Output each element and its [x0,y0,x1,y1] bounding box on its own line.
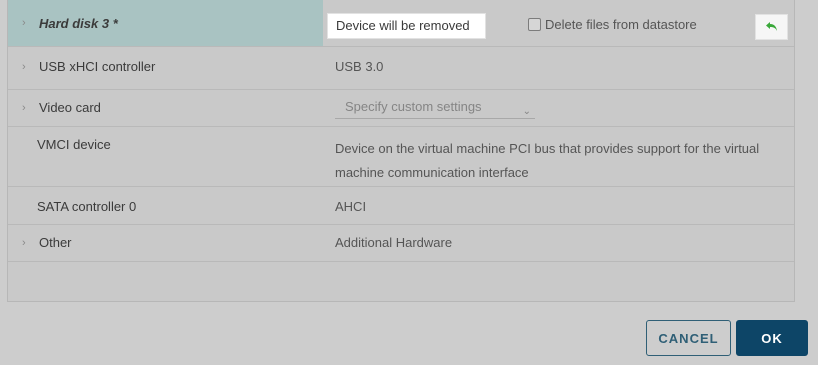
usb-controller-label[interactable]: USB xHCI controller [39,59,155,74]
cancel-button[interactable]: CANCEL [646,320,731,356]
usb-controller-row: › USB xHCI controller USB 3.0 [8,47,794,90]
device-removed-status: Device will be removed [327,13,486,39]
video-card-select[interactable]: Specify custom settings ⌄ [335,96,535,119]
undo-arrow-icon [765,22,777,31]
sata-controller-value: AHCI [335,199,367,214]
chevron-down-icon: ⌄ [522,106,531,117]
other-row: › Other Additional Hardware [8,225,794,262]
ok-button[interactable]: OK [736,320,808,356]
chevron-right-icon[interactable]: › [22,17,26,29]
sata-controller-row: SATA controller 0 AHCI [8,187,794,225]
video-card-row: › Video card Specify custom settings ⌄ [8,90,794,127]
chevron-right-icon[interactable]: › [22,237,26,249]
vmci-device-label: VMCI device [37,137,111,152]
video-card-label[interactable]: Video card [39,100,101,115]
vmci-device-row: VMCI device Device on the virtual machin… [8,127,794,187]
usb-controller-value: USB 3.0 [335,59,384,74]
hardware-settings-panel: › Hard disk 3 * Device will be removed D… [7,0,795,302]
hard-disk-row: › Hard disk 3 * Device will be removed D… [8,0,794,47]
delete-files-option[interactable]: Delete files from datastore [528,15,697,33]
chevron-right-icon[interactable]: › [22,61,26,73]
video-card-select-value: Specify custom settings [345,99,482,114]
undo-remove-button[interactable] [755,14,788,40]
hard-disk-label[interactable]: Hard disk 3 * [39,16,118,31]
chevron-right-icon[interactable]: › [22,102,26,114]
other-value: Additional Hardware [335,235,453,250]
other-label[interactable]: Other [39,235,72,250]
delete-files-checkbox[interactable] [528,17,541,31]
vmci-device-description: Device on the virtual machine PCI bus th… [335,141,760,180]
sata-controller-label: SATA controller 0 [37,199,137,214]
delete-files-label[interactable]: Delete files from datastore [545,17,697,32]
